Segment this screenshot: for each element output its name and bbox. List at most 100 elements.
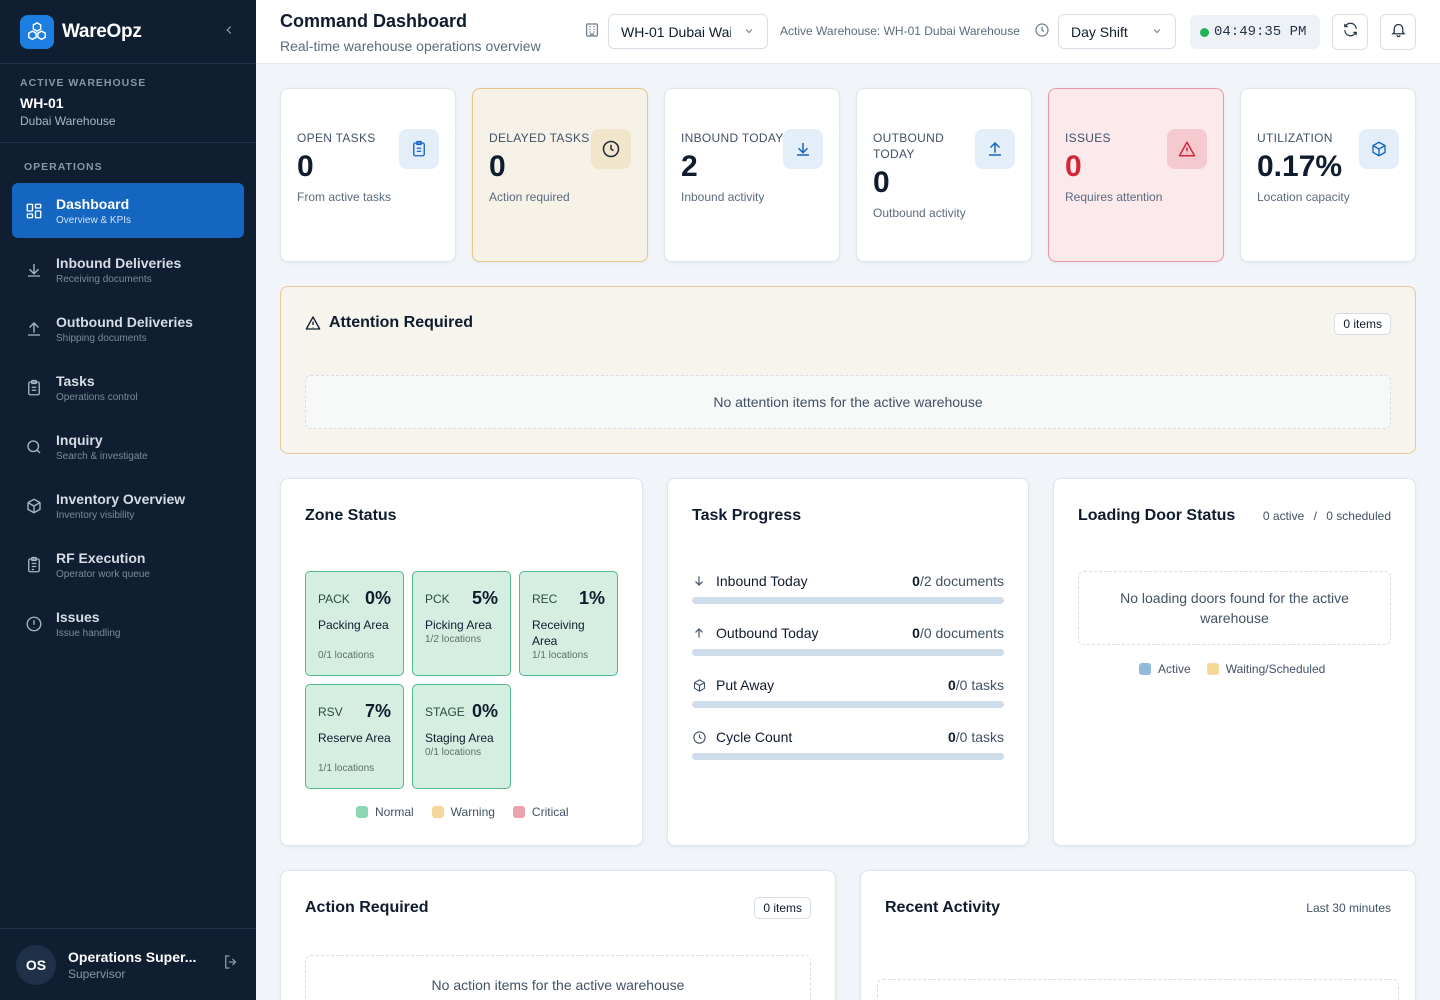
- zone-tile-pck[interactable]: PCK 5% Picking Area 1/2 locations: [412, 571, 511, 676]
- kpi-value: 0: [873, 166, 890, 199]
- chevron-down-icon: [743, 24, 755, 40]
- active-warehouse-block: ACTIVE WAREHOUSE WH-01 Dubai Warehouse: [0, 64, 256, 143]
- sidebar-item-sub: Receiving documents: [56, 273, 152, 285]
- kpi-delayed-tasks[interactable]: DELAYED TASKS 0 Action required: [472, 88, 648, 262]
- kpi-note: Location capacity: [1257, 190, 1350, 204]
- kpi-note: From active tasks: [297, 190, 392, 204]
- legend-label: Waiting/Scheduled: [1225, 662, 1326, 676]
- zone-percent: 5%: [471, 588, 498, 608]
- bell-icon: [1390, 21, 1407, 43]
- chevron-down-icon: [1151, 24, 1163, 40]
- zone-locations: 1/1 locations: [318, 763, 375, 774]
- sidebar-item-inquiry[interactable]: Inquiry Search & investigate: [12, 419, 244, 474]
- zone-name: Staging Area: [425, 731, 494, 745]
- progress-label: Put Away: [716, 677, 775, 693]
- kpi-utilization[interactable]: UTILIZATION 0.17% Location capacity: [1240, 88, 1416, 262]
- zone-tile-rsv[interactable]: RSV 7% Reserve Area 1/1 locations: [305, 684, 404, 789]
- zone-tile-pack[interactable]: PACK 0% Packing Area 0/1 locations: [305, 571, 404, 676]
- zone-percent: 0%: [364, 588, 391, 608]
- page-title: Command Dashboard: [280, 11, 468, 31]
- avatar: OS: [16, 944, 56, 985]
- clock-icon: [591, 129, 631, 169]
- sidebar-item-issues[interactable]: Issues Issue handling: [12, 596, 244, 651]
- kpi-label: OUTBOUND TODAY: [873, 131, 945, 161]
- warehouse-select[interactable]: WH-01 Dubai Wai: [608, 14, 768, 49]
- warning-triangle-icon: [1167, 129, 1207, 169]
- sidebar-item-dashboard[interactable]: Dashboard Overview & KPIs: [12, 183, 244, 238]
- shift-select[interactable]: Day Shift: [1058, 14, 1176, 49]
- sidebar-item-inbound-deliveries[interactable]: Inbound Deliveries Receiving documents: [12, 242, 244, 297]
- attention-required-panel: Attention Required 0 items No attention …: [280, 286, 1416, 454]
- search-icon: [24, 437, 44, 457]
- refresh-icon: [1342, 21, 1359, 43]
- kpi-label: UTILIZATION: [1257, 131, 1333, 145]
- building-icon: [584, 22, 600, 43]
- sidebar-item-sub: Operator work queue: [56, 568, 150, 580]
- legend-swatch-warning: [431, 806, 444, 818]
- kpi-inbound-today[interactable]: INBOUND TODAY 2 Inbound activity: [664, 88, 840, 262]
- logout-icon[interactable]: [222, 953, 240, 976]
- action-count-badge: 0 items: [754, 897, 811, 919]
- activity-time-window: Last 30 minutes: [1306, 901, 1391, 915]
- progress-total: /0 tasks: [955, 677, 1004, 693]
- active-warehouse-label: Active Warehouse: WH-01 Dubai Warehouse: [780, 24, 1020, 38]
- sidebar-item-label: Tasks: [56, 372, 95, 389]
- sidebar-item-tasks[interactable]: Tasks Operations control: [12, 360, 244, 415]
- progress-row-cycle-count: Cycle Count 0/0 tasks: [692, 729, 1004, 760]
- progress-total: /0 documents: [919, 625, 1004, 641]
- refresh-button[interactable]: [1332, 14, 1368, 50]
- zone-percent: 0%: [471, 701, 498, 721]
- legend-label: Critical: [531, 805, 569, 819]
- progress-done: 0: [947, 729, 956, 745]
- legend-label: Normal: [375, 805, 414, 819]
- kpi-outbound-today[interactable]: OUTBOUND TODAY 0 Outbound activity: [856, 88, 1032, 262]
- legend-swatch-normal: [356, 806, 368, 818]
- attention-title: Attention Required: [329, 314, 473, 331]
- cubes-logo-icon: [20, 14, 54, 49]
- zone-percent: 7%: [364, 701, 391, 721]
- alert-circle-icon: [24, 614, 44, 634]
- attention-empty-state: No attention items for the active wareho…: [305, 375, 1391, 429]
- user-profile[interactable]: OS Operations Super... Supervisor: [0, 928, 256, 1000]
- upload-arrow-icon: [692, 626, 708, 640]
- progress-total: /0 tasks: [955, 729, 1004, 745]
- progress-done: 0: [912, 573, 920, 589]
- sidebar-item-outbound-deliveries[interactable]: Outbound Deliveries Shipping documents: [12, 301, 244, 356]
- door-count-separator: /: [1313, 509, 1317, 523]
- progress-label: Inbound Today: [716, 573, 808, 589]
- legend-swatch-active: [1139, 663, 1151, 675]
- door-counts: 0 active / 0 scheduled: [1263, 509, 1391, 523]
- progress-bar: [692, 753, 1004, 760]
- progress-total: /2 documents: [919, 573, 1004, 589]
- sidebar-nav: Dashboard Overview & KPIs Inbound Deliver…: [0, 183, 256, 651]
- zone-tile-rec[interactable]: REC 1% Receiving Area 1/1 locations: [519, 571, 618, 676]
- zone-name: Reserve Area: [318, 731, 391, 745]
- zone-tile-stage[interactable]: STAGE 0% Staging Area 0/1 locations: [412, 684, 511, 789]
- dashboard-grid-icon: [24, 201, 44, 221]
- kpi-open-tasks[interactable]: OPEN TASKS 0 From active tasks: [280, 88, 456, 262]
- sidebar-item-rf-execution[interactable]: RF Execution Operator work queue: [12, 537, 244, 592]
- download-arrow-icon: [783, 129, 823, 169]
- sidebar-item-inventory-overview[interactable]: Inventory Overview Inventory visibility: [12, 478, 244, 533]
- zone-name: Packing Area: [318, 618, 389, 632]
- action-empty-state: No action items for the active warehouse: [305, 955, 811, 1000]
- sidebar-item-label: Inventory Overview: [56, 490, 186, 507]
- notifications-button[interactable]: [1380, 14, 1416, 50]
- zone-locations: 0/1 locations: [318, 650, 375, 661]
- progress-bar: [692, 597, 1004, 604]
- upload-arrow-icon: [24, 319, 44, 339]
- collapse-sidebar-icon[interactable]: [222, 21, 236, 42]
- door-scheduled-count: 0 scheduled: [1326, 509, 1391, 523]
- attention-count-badge: 0 items: [1334, 313, 1391, 335]
- warehouse-code: WH-01: [20, 95, 64, 111]
- kpi-issues[interactable]: ISSUES 0 Requires attention: [1048, 88, 1224, 262]
- kpi-label: DELAYED TASKS: [489, 131, 590, 145]
- progress-done: 0: [947, 677, 956, 693]
- progress-row-inbound: Inbound Today 0/2 documents: [692, 573, 1004, 604]
- kpi-note: Action required: [489, 190, 570, 204]
- zone-percent: 1%: [578, 588, 605, 608]
- top-header: Command Dashboard Real-time warehouse op…: [256, 0, 1440, 64]
- door-active-count: 0 active: [1262, 509, 1305, 523]
- warning-triangle-icon: [305, 315, 321, 336]
- warehouse-name: Dubai Warehouse: [20, 114, 116, 128]
